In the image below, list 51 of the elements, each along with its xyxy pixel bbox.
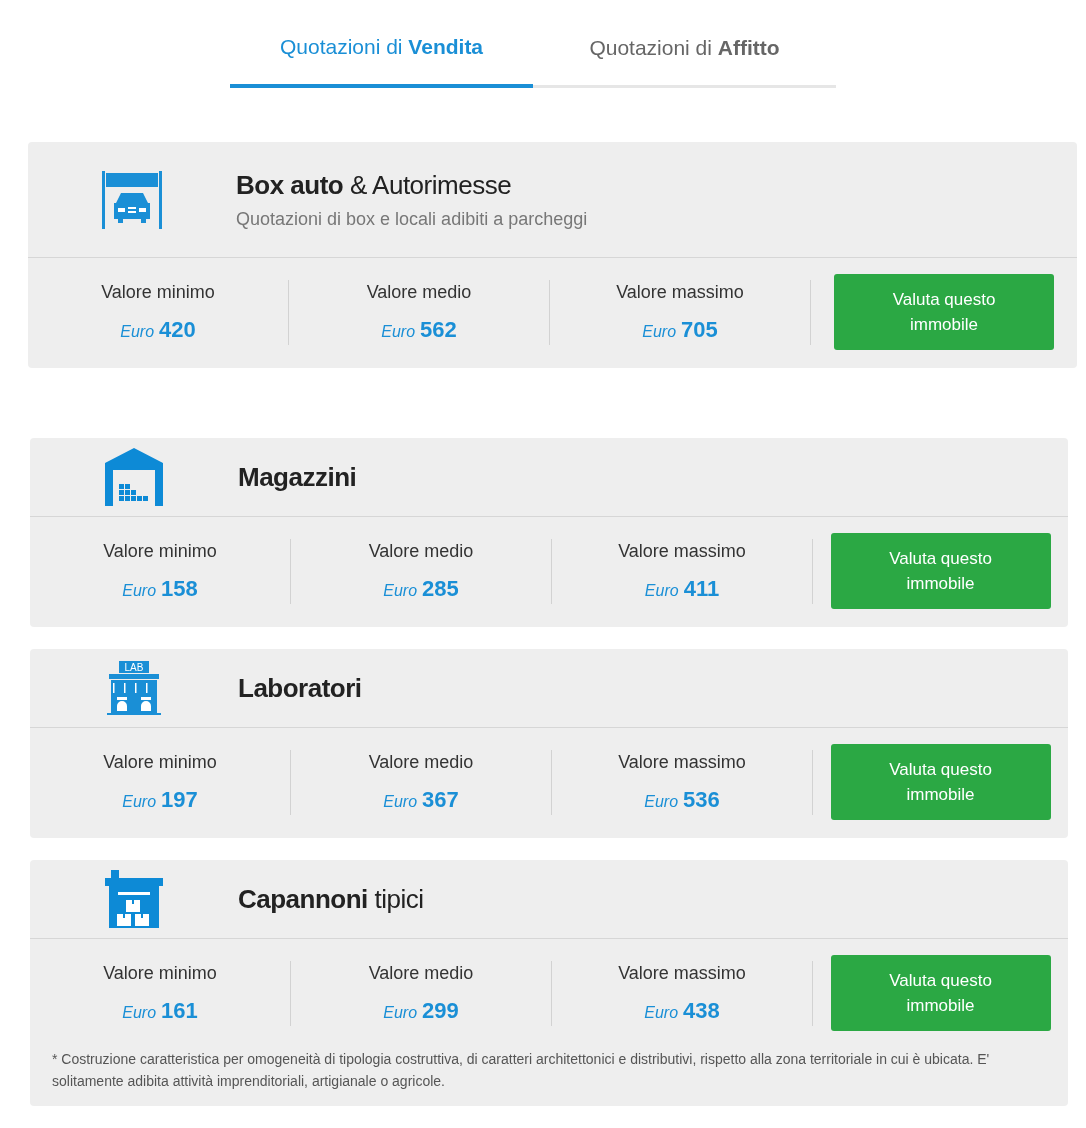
currency-label: Euro [120,322,155,340]
category-subtitle: Quotazioni di box e locali adibiti a parcheggi [236,208,588,230]
tab[interactable]: Quotazioni di Vendita [230,20,533,88]
tab[interactable]: Quotazioni di Affitto [533,20,836,88]
currency-label: Euro [122,581,157,599]
category-title: Box auto & Autorimesse [236,169,513,201]
evaluate-button[interactable]: Valuta questo immobile [834,274,1054,350]
category-title: Capannoni tipici [238,883,424,915]
value-label: Valore minimo [102,751,218,773]
price-value: 562 [420,316,457,342]
currency-label: Euro [383,792,418,810]
price-value: 161 [161,997,198,1023]
currency-label: Euro [644,1003,679,1021]
price-value: 705 [681,316,718,342]
currency-label: Euro [383,1003,418,1021]
price-value: 420 [159,316,196,342]
value-label: Valore medio [365,281,473,303]
price-value: 438 [683,997,720,1023]
evaluate-button[interactable]: Valuta questo immobile [830,744,1051,820]
warehouse-icon [105,448,163,506]
value-label: Valore minimo [100,281,216,303]
currency-label: Euro [642,322,677,340]
currency-label: Euro [381,322,416,340]
value-label: Valore massimo [615,281,745,303]
value-label: Valore massimo [617,751,747,773]
price-value: 367 [422,786,459,812]
value-label: Valore medio [367,751,475,773]
currency-label: Euro [122,792,157,810]
evaluate-button[interactable]: Valuta questo immobile [830,955,1051,1031]
currency-label: Euro [122,1003,157,1021]
price-value: 299 [422,997,459,1023]
footnote: * Costruzione caratteristica per omogeneità di tipologia costruttiva, di caratteri architettonici e distributivi, rispetto alla zona territoriale in cui è ubicata. E' solitamente adibita attività imprenditoriali, artigianale o agricole. [51,1050,991,1091]
value-label: Valore massimo [617,540,747,562]
value-label: Valore minimo [102,962,218,984]
price-value: 285 [422,575,459,601]
category-title: Laboratori [238,672,362,704]
value-label: Valore medio [367,962,475,984]
currency-label: Euro [383,581,418,599]
price-value: 411 [683,575,720,601]
value-label: Valore minimo [102,540,218,562]
category-title: Magazzini [238,461,357,493]
value-label: Valore medio [367,540,475,562]
currency-label: Euro [644,792,679,810]
value-label: Valore massimo [617,962,747,984]
warehouse-boxes-icon [105,870,163,928]
currency-label: Euro [644,581,679,599]
garage-car-icon [102,170,162,229]
price-value: 197 [161,786,198,812]
price-value: 536 [683,786,720,812]
price-value: 158 [161,575,198,601]
evaluate-button[interactable]: Valuta questo immobile [830,533,1051,609]
